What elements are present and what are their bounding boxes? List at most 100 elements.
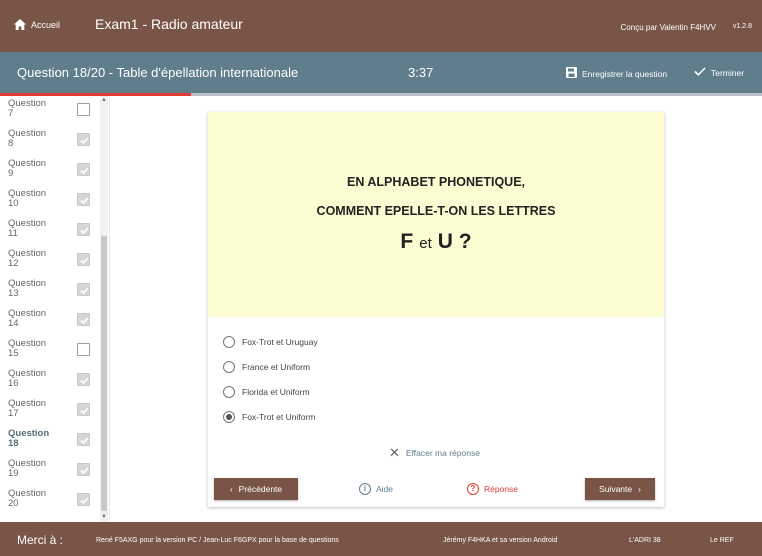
option-label: Fox-Trot et Uniform bbox=[242, 412, 316, 422]
home-icon bbox=[14, 19, 26, 30]
sidebar-question-item[interactable]: Question 13 bbox=[8, 276, 98, 305]
scroll-thumb[interactable] bbox=[101, 236, 107, 511]
question-sidebar: Question 7 Question 8 Question 9 Question 1… bbox=[0, 96, 110, 522]
radio-button[interactable] bbox=[223, 336, 235, 348]
sidebar-question-item[interactable]: Question 20 bbox=[8, 486, 98, 515]
question-title: Question 18/20 - Table d'épellation inte… bbox=[17, 65, 299, 80]
checked-checkbox-icon bbox=[77, 373, 90, 386]
checked-checkbox-icon bbox=[77, 253, 90, 266]
sidebar-question-label: Question 17 bbox=[8, 398, 47, 419]
answer-option-3[interactable]: Florida et Uniform bbox=[223, 386, 310, 398]
checked-checkbox-icon bbox=[77, 433, 90, 446]
sidebar-question-label: Question 20 bbox=[8, 488, 47, 509]
letter-connector: et bbox=[419, 235, 432, 252]
footer-credit-4: Le REF bbox=[710, 537, 734, 544]
checkbox-icon bbox=[77, 343, 90, 356]
sidebar-question-label: Question 11 bbox=[8, 218, 47, 239]
sidebar-question-label: Question 9 bbox=[8, 158, 47, 179]
sidebar-question-item[interactable]: Question 14 bbox=[8, 306, 98, 335]
sidebar-question-item[interactable]: Question 10 bbox=[8, 186, 98, 215]
letter-2: U ? bbox=[437, 230, 472, 253]
help-label: Aide bbox=[376, 484, 394, 494]
radio-button[interactable] bbox=[223, 411, 235, 423]
question-box: EN ALPHABET PHONETIQUE, COMMENT EPELLE-T… bbox=[208, 112, 664, 317]
next-label: Suivante bbox=[599, 484, 633, 494]
checked-checkbox-icon bbox=[77, 223, 90, 236]
sidebar-question-label: Question 8 bbox=[8, 128, 47, 149]
footer-credit-2: Jérémy F4HKA et sa version Android bbox=[443, 537, 558, 544]
checked-checkbox-icon bbox=[77, 463, 90, 476]
sidebar-question-item[interactable]: Question 7 bbox=[8, 96, 98, 125]
radio-button[interactable] bbox=[223, 386, 235, 398]
sidebar-question-label: Question 18 bbox=[8, 428, 50, 449]
answer-label: Réponse bbox=[484, 484, 519, 494]
sidebar-question-label: Question 12 bbox=[8, 248, 47, 269]
app-title: Exam1 - Radio amateur bbox=[95, 16, 243, 32]
radio-button[interactable] bbox=[223, 361, 235, 373]
sidebar-question-label: Question 10 bbox=[8, 188, 47, 209]
sidebar-question-item[interactable]: Question 19 bbox=[8, 456, 98, 485]
home-button[interactable]: Accueil bbox=[14, 19, 60, 30]
checked-checkbox-icon bbox=[77, 313, 90, 326]
app-header: Accueil Exam1 - Radio amateur Conçu par … bbox=[0, 0, 762, 52]
help-button[interactable]: i Aide bbox=[359, 483, 393, 495]
sidebar-question-item[interactable]: Question 16 bbox=[8, 366, 98, 395]
checked-checkbox-icon bbox=[77, 193, 90, 206]
close-icon: ✕ bbox=[389, 445, 400, 460]
author-credit: Conçu par Valentin F4HVV bbox=[620, 23, 716, 32]
sidebar-question-label: Question 14 bbox=[8, 308, 47, 329]
clear-answer-button[interactable]: ✕ Effacer ma réponse bbox=[389, 445, 480, 461]
option-label: Florida et Uniform bbox=[242, 387, 310, 397]
sidebar-question-item[interactable]: Question 17 bbox=[8, 396, 98, 425]
scroll-down-arrow-icon[interactable]: ▼ bbox=[100, 513, 108, 522]
letter-1: F bbox=[400, 230, 414, 253]
checked-checkbox-icon bbox=[77, 403, 90, 416]
checked-checkbox-icon bbox=[77, 133, 90, 146]
sidebar-question-item[interactable]: Question 15 bbox=[8, 336, 98, 365]
show-answer-button[interactable]: ? Réponse bbox=[467, 483, 518, 495]
sidebar-scrollbar[interactable]: ▲ ▼ bbox=[100, 96, 108, 522]
sidebar-question-label: Question 16 bbox=[8, 368, 47, 389]
checked-checkbox-icon bbox=[77, 283, 90, 296]
save-question-button[interactable]: Enregistrer la question bbox=[566, 67, 667, 80]
previous-label: Précédente bbox=[238, 484, 283, 494]
answer-option-1[interactable]: Fox-Trot et Uruguay bbox=[223, 336, 318, 348]
question-card: EN ALPHABET PHONETIQUE, COMMENT EPELLE-T… bbox=[208, 112, 664, 507]
sidebar-question-item[interactable]: Question 12 bbox=[8, 246, 98, 275]
question-mark-icon: ? bbox=[467, 483, 479, 495]
checkmark-icon bbox=[694, 67, 706, 78]
finish-button[interactable]: Terminer bbox=[694, 67, 744, 78]
sidebar-question-label: Question 7 bbox=[8, 98, 47, 119]
version-label: v1.2.8 bbox=[732, 23, 752, 30]
option-label: France et Uniform bbox=[242, 362, 311, 372]
footer-credit-3: L'ADRI 38 bbox=[629, 537, 661, 544]
next-button[interactable]: Suivante › bbox=[585, 478, 655, 500]
checked-checkbox-icon bbox=[77, 493, 90, 506]
question-letters: F et U ? bbox=[208, 230, 664, 254]
save-label: Enregistrer la question bbox=[582, 68, 668, 79]
question-bar: Question 18/20 - Table d'épellation inte… bbox=[0, 52, 762, 93]
timer: 3:37 bbox=[408, 65, 434, 80]
finish-label: Terminer bbox=[711, 67, 745, 78]
option-label: Fox-Trot et Uruguay bbox=[242, 337, 318, 347]
checked-checkbox-icon bbox=[77, 163, 90, 176]
question-line-1: EN ALPHABET PHONETIQUE, bbox=[346, 175, 526, 189]
sidebar-question-label: Question 15 bbox=[8, 338, 47, 359]
answer-option-2[interactable]: France et Uniform bbox=[223, 361, 310, 373]
sidebar-question-label: Question 13 bbox=[8, 278, 47, 299]
sidebar-question-item[interactable]: Question 9 bbox=[8, 156, 98, 185]
answer-option-4[interactable]: Fox-Trot et Uniform bbox=[223, 411, 315, 423]
previous-button[interactable]: ‹ Précédente bbox=[214, 478, 298, 500]
scroll-up-arrow-icon[interactable]: ▲ bbox=[100, 96, 108, 105]
chevron-left-icon: ‹ bbox=[229, 484, 233, 494]
sidebar-question-item[interactable]: Question 18 bbox=[8, 426, 98, 455]
sidebar-question-item[interactable]: Question 8 bbox=[8, 126, 98, 155]
checkbox-icon bbox=[77, 103, 90, 116]
sidebar-question-item[interactable]: Question 11 bbox=[8, 216, 98, 245]
chevron-right-icon: › bbox=[638, 484, 641, 494]
credits-footer: Merci à : René F5AXG pour la version PC … bbox=[0, 522, 762, 556]
info-icon: i bbox=[359, 483, 371, 495]
clear-answer-label: Effacer ma réponse bbox=[405, 448, 480, 458]
question-line-2: COMMENT EPELLE-T-ON LES LETTRES bbox=[316, 204, 556, 218]
progress-bar bbox=[0, 93, 762, 96]
